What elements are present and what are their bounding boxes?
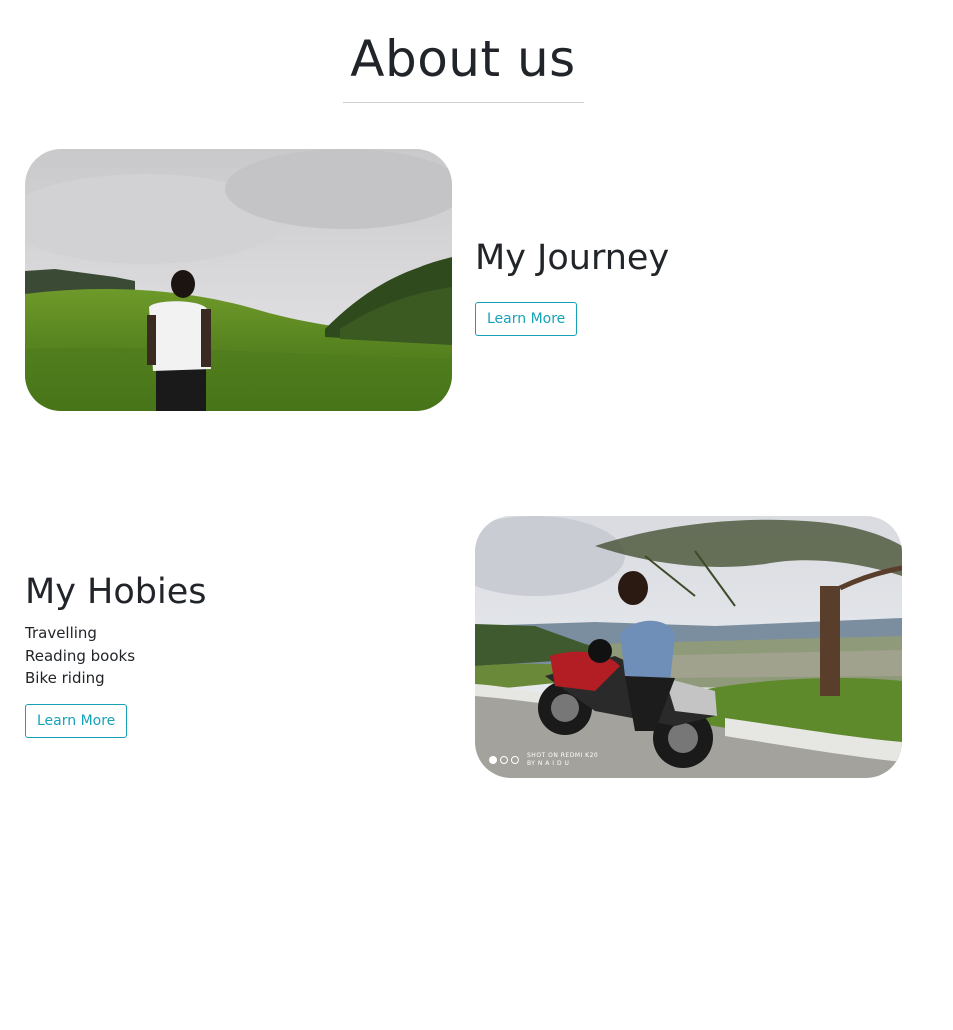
bike-photo: SHOT ON REDMI K20 BY N A I D U: [475, 516, 902, 778]
watermark-line-1: SHOT ON REDMI K20: [527, 752, 599, 759]
hobbies-heading: My Hobies: [25, 572, 207, 612]
list-item: Bike riding: [25, 669, 105, 687]
title-divider: [343, 102, 584, 103]
journey-heading: My Journey: [475, 238, 670, 278]
watermark-line-2: BY N A I D U: [527, 760, 570, 767]
journey-photo: [25, 149, 452, 411]
list-item: Reading books: [25, 646, 136, 665]
list-item: Travelling: [25, 624, 97, 642]
page-title: About us: [350, 30, 576, 88]
journey-learn-more-button[interactable]: Learn More: [475, 302, 578, 336]
photo-watermark: SHOT ON REDMI K20 BY N A I D U: [527, 752, 598, 768]
hobbies-learn-more-button[interactable]: Learn More: [25, 704, 128, 738]
watermark-dots: [489, 756, 519, 764]
hobby-list: Travelling Reading books Bike riding: [25, 622, 135, 690]
